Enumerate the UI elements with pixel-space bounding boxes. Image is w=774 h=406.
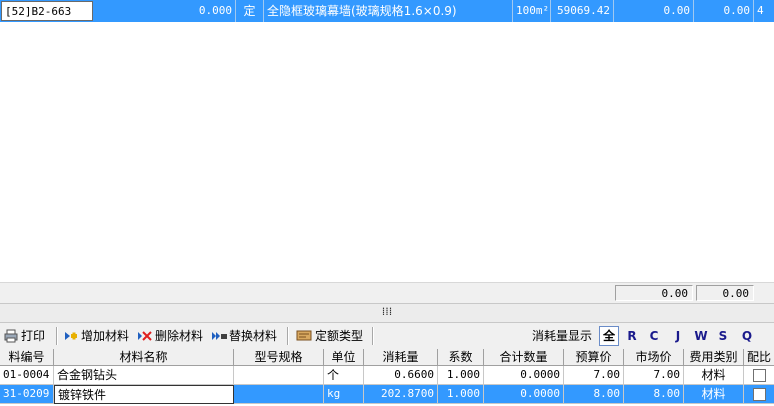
quota-value-2: 0.00 (694, 0, 754, 22)
filter-r-button[interactable]: R (622, 326, 642, 346)
quota-name[interactable]: 全隐框玻璃幕墙(玻璃规格1.6×0.9) (264, 0, 513, 22)
filter-j-button[interactable]: J (668, 326, 688, 346)
quota-unit: 100m² (513, 0, 551, 22)
summary-bar: 0.00 0.00 (0, 282, 774, 303)
material-table: 料编号 材料名称 型号规格 单位 消耗量 系数 合计数量 预算价 市场价 费用类… (0, 349, 774, 406)
quota-type-label: 定额类型 (315, 329, 364, 343)
cell-ratio (744, 366, 774, 385)
splitter-grip-icon: ⁞⁞⁞ (381, 305, 393, 318)
summary-right: 0.00 (696, 285, 754, 301)
filter-s-button[interactable]: S (713, 326, 733, 346)
quota-type-icon (296, 329, 312, 343)
ratio-checkbox[interactable] (752, 388, 766, 401)
column-header-ratio[interactable]: 配比 (744, 349, 774, 366)
cell-name[interactable]: 合金钢钻头 (54, 366, 234, 385)
column-header-category[interactable]: 费用类别 (684, 349, 744, 366)
print-label: 打印 (21, 329, 46, 343)
cell-consumption[interactable]: 202.8700 (364, 385, 438, 404)
delete-material-label: 删除材料 (155, 329, 204, 343)
filter-w-button[interactable]: W (691, 326, 711, 346)
cell-code[interactable]: 31-0209 (0, 385, 54, 404)
toolbar-separator (372, 327, 374, 345)
quota-row-selected[interactable]: [52]B2-663 0.000 定 全隐框玻璃幕墙(玻璃规格1.6×0.9) … (0, 0, 774, 22)
cell-total[interactable]: 0.0000 (484, 385, 564, 404)
panel-splitter[interactable]: ⁞⁞⁞ (0, 303, 774, 323)
column-header-market-price[interactable]: 市场价 (624, 349, 684, 366)
add-material-label: 增加材料 (81, 329, 130, 343)
cell-consumption[interactable]: 0.6600 (364, 366, 438, 385)
cell-ratio (744, 385, 774, 404)
add-material-icon (64, 329, 78, 343)
cell-market-price[interactable]: 7.00 (624, 366, 684, 385)
quota-code-field[interactable]: [52]B2-663 (1, 1, 93, 21)
ratio-checkbox[interactable] (752, 369, 766, 382)
cell-category[interactable]: 材料 (684, 385, 744, 404)
consumption-display-label: 消耗量显示 (532, 329, 593, 343)
replace-material-label: 替换材料 (229, 329, 278, 343)
quota-type: 定 (236, 0, 264, 22)
column-header-coefficient[interactable]: 系数 (438, 349, 484, 366)
cell-unit[interactable]: kg (324, 385, 364, 404)
cell-name-editing[interactable]: 镀锌铁件 (54, 385, 234, 404)
column-header-unit[interactable]: 单位 (324, 349, 364, 366)
filter-all-button[interactable]: 全 (599, 326, 619, 346)
filter-q-button[interactable]: Q (737, 326, 757, 346)
toolbar-separator (287, 327, 289, 345)
filter-c-button[interactable]: C (644, 326, 664, 346)
quota-amount[interactable]: 0.000 (174, 0, 236, 22)
column-header-spec[interactable]: 型号规格 (234, 349, 324, 366)
add-material-button[interactable]: 增加材料 (64, 326, 129, 346)
quota-type-button[interactable]: 定额类型 (296, 326, 363, 346)
replace-material-button[interactable]: 替换材料 (212, 326, 277, 346)
cell-coefficient[interactable]: 1.000 (438, 385, 484, 404)
delete-material-icon (138, 329, 152, 343)
cell-code[interactable]: 01-0004 (0, 366, 54, 385)
cell-total[interactable]: 0.0000 (484, 366, 564, 385)
delete-material-button[interactable]: 删除材料 (138, 326, 203, 346)
cell-unit[interactable]: 个 (324, 366, 364, 385)
cell-budget-price[interactable]: 7.00 (564, 366, 624, 385)
toolbar-separator (56, 327, 58, 345)
print-button[interactable]: 打印 (4, 326, 45, 346)
cell-spec[interactable] (234, 366, 324, 385)
cell-coefficient[interactable]: 1.000 (438, 366, 484, 385)
replace-material-icon (212, 329, 227, 343)
quota-price: 59069.42 (551, 0, 614, 22)
quota-value-3: 4 (757, 4, 764, 17)
cell-category[interactable]: 材料 (684, 366, 744, 385)
column-header-total[interactable]: 合计数量 (484, 349, 564, 366)
column-header-name[interactable]: 材料名称 (54, 349, 234, 366)
cell-spec[interactable] (234, 385, 324, 404)
printer-icon (4, 329, 18, 343)
quota-value-1: 0.00 (614, 0, 694, 22)
summary-left: 0.00 (615, 285, 693, 301)
cell-market-price[interactable]: 8.00 (624, 385, 684, 404)
material-toolbar: 打印 增加材料 删除材料 替换材料 定额类型 消耗量显示 全 R C J W S… (0, 323, 774, 350)
column-header-budget-price[interactable]: 预算价 (564, 349, 624, 366)
column-header-consumption[interactable]: 消耗量 (364, 349, 438, 366)
column-header-code[interactable]: 料编号 (0, 349, 54, 366)
cell-budget-price[interactable]: 8.00 (564, 385, 624, 404)
